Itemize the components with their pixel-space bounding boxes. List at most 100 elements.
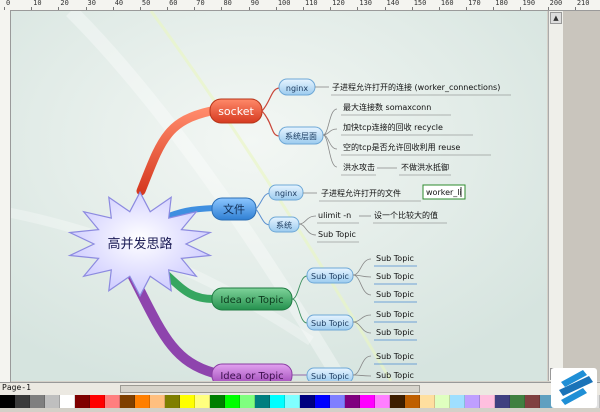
- ruler-number: 100: [277, 0, 291, 7]
- subtopic-idea-purple-1[interactable]: Sub Topic: [306, 367, 354, 381]
- topic-socket[interactable]: socket: [209, 98, 263, 124]
- ruler-tick: [330, 7, 332, 10]
- color-swatch[interactable]: [510, 395, 525, 408]
- left-ruler: [0, 10, 11, 382]
- subtopic-file-nginx[interactable]: nginx: [268, 184, 304, 201]
- ruler-tick: [357, 7, 359, 10]
- scroll-up-button[interactable]: ▲: [550, 12, 562, 24]
- ruler-tick: [112, 7, 114, 10]
- ruler-tick: [574, 7, 576, 10]
- ruler-tick: [31, 7, 33, 10]
- color-swatch[interactable]: [480, 395, 495, 408]
- subtopic-label: 系统层面: [285, 131, 317, 141]
- subtopic-label: nginx: [286, 84, 308, 93]
- socket-nginx-detail: 子进程允许打开的连接 (worker_connections): [332, 82, 500, 92]
- subtopic-label: Sub Topic: [311, 319, 349, 328]
- ruler-tick: [85, 7, 87, 10]
- color-swatch[interactable]: [405, 395, 420, 408]
- mindmap-svg: 高并发思路 socket nginx 子进程允许打开的连接 (worker_co…: [11, 11, 547, 381]
- subtopic-file-system[interactable]: 系统: [268, 216, 300, 233]
- ruler-number: 180: [495, 0, 508, 7]
- color-swatch[interactable]: [375, 395, 390, 408]
- color-swatch[interactable]: [225, 395, 240, 408]
- file-ulimit: ulimit -n: [318, 211, 351, 220]
- ruler-number: 160: [440, 0, 454, 7]
- color-swatch[interactable]: [345, 395, 360, 408]
- subtopic-socket-nginx[interactable]: nginx: [278, 78, 316, 96]
- color-swatch[interactable]: [300, 395, 315, 408]
- color-swatch[interactable]: [285, 395, 300, 408]
- color-swatch[interactable]: [450, 395, 465, 408]
- ruler-number: 150: [413, 0, 427, 7]
- leaf-sub-topic: Sub Topic: [376, 352, 414, 361]
- ruler-tick: [520, 7, 522, 10]
- ruler-tick: [493, 7, 495, 10]
- color-swatch[interactable]: [90, 395, 105, 408]
- leaf-sub-topic: Sub Topic: [376, 328, 414, 337]
- color-swatch[interactable]: [75, 395, 90, 408]
- file-nginx-edit-field[interactable]: worker_li: [422, 184, 466, 200]
- color-swatch[interactable]: [255, 395, 270, 408]
- color-swatch[interactable]: [0, 395, 15, 408]
- mindmap-canvas[interactable]: 高并发思路 socket nginx 子进程允许打开的连接 (worker_co…: [11, 11, 547, 381]
- file-ulimit-detail: 设一个比较大的值: [374, 210, 438, 220]
- color-swatch[interactable]: [435, 395, 450, 408]
- ruler-number: 170: [468, 0, 481, 7]
- ruler-tick: [248, 7, 250, 10]
- socket-system-item: 最大连接数 somaxconn: [343, 102, 431, 112]
- color-swatch[interactable]: [105, 395, 120, 408]
- subtopic-label: Sub Topic: [311, 272, 349, 281]
- ruler-number: 110: [305, 0, 318, 7]
- horizontal-scrollbar[interactable]: [0, 382, 600, 395]
- color-swatch[interactable]: [195, 395, 210, 408]
- leaf-sub-topic: Sub Topic: [376, 254, 414, 263]
- page-tab[interactable]: Page-1: [2, 383, 31, 392]
- ruler-number: 40: [114, 0, 124, 7]
- color-swatch[interactable]: [390, 395, 405, 408]
- file-nginx-detail: 子进程允许打开的文件: [321, 188, 401, 198]
- color-swatch[interactable]: [465, 395, 480, 408]
- ruler-number: 70: [196, 0, 205, 7]
- side-panel: [563, 11, 600, 381]
- color-swatch[interactable]: [60, 395, 75, 408]
- color-swatch[interactable]: [165, 395, 180, 408]
- socket-flood-detail: 不做洪水抵御: [401, 162, 449, 172]
- color-swatch[interactable]: [240, 395, 255, 408]
- color-swatch[interactable]: [180, 395, 195, 408]
- subtopic-socket-system[interactable]: 系统层面: [278, 126, 324, 145]
- color-swatch[interactable]: [270, 395, 285, 408]
- color-swatch[interactable]: [360, 395, 375, 408]
- ruler-number: 10: [33, 0, 42, 7]
- horizontal-scroll-thumb[interactable]: [120, 385, 420, 393]
- ruler-number: 20: [60, 0, 69, 7]
- color-swatch[interactable]: [135, 395, 150, 408]
- subtopic-idea-green-2[interactable]: Sub Topic: [306, 314, 354, 331]
- color-swatch[interactable]: [30, 395, 45, 408]
- topic-file-label: 文件: [223, 202, 245, 216]
- topic-idea-purple[interactable]: Idea or Topic: [211, 363, 293, 381]
- color-swatch[interactable]: [525, 395, 540, 408]
- color-swatch[interactable]: [150, 395, 165, 408]
- color-palette[interactable]: [0, 395, 600, 408]
- color-swatch[interactable]: [15, 395, 30, 408]
- subtopic-idea-green-1[interactable]: Sub Topic: [306, 267, 354, 284]
- color-swatch[interactable]: [495, 395, 510, 408]
- color-swatch[interactable]: [45, 395, 60, 408]
- app-logo: [551, 368, 597, 408]
- file-sub-topic: Sub Topic: [318, 230, 356, 239]
- topic-idea-green[interactable]: Idea or Topic: [211, 287, 293, 311]
- color-swatch[interactable]: [420, 395, 435, 408]
- ruler-tick: [466, 7, 468, 10]
- topic-file[interactable]: 文件: [211, 197, 257, 221]
- leaf-sub-topic: Sub Topic: [376, 310, 414, 319]
- ruler-number: 190: [522, 0, 536, 7]
- ruler-tick: [58, 7, 60, 10]
- color-swatch[interactable]: [330, 395, 345, 408]
- vertical-scrollbar[interactable]: ▲ ▼: [548, 11, 563, 381]
- color-swatch[interactable]: [120, 395, 135, 408]
- color-swatch[interactable]: [315, 395, 330, 408]
- ruler-number: 60: [169, 0, 178, 7]
- color-swatch[interactable]: [210, 395, 225, 408]
- topic-idea-green-label: Idea or Topic: [220, 295, 283, 306]
- ruler-tick: [221, 7, 223, 10]
